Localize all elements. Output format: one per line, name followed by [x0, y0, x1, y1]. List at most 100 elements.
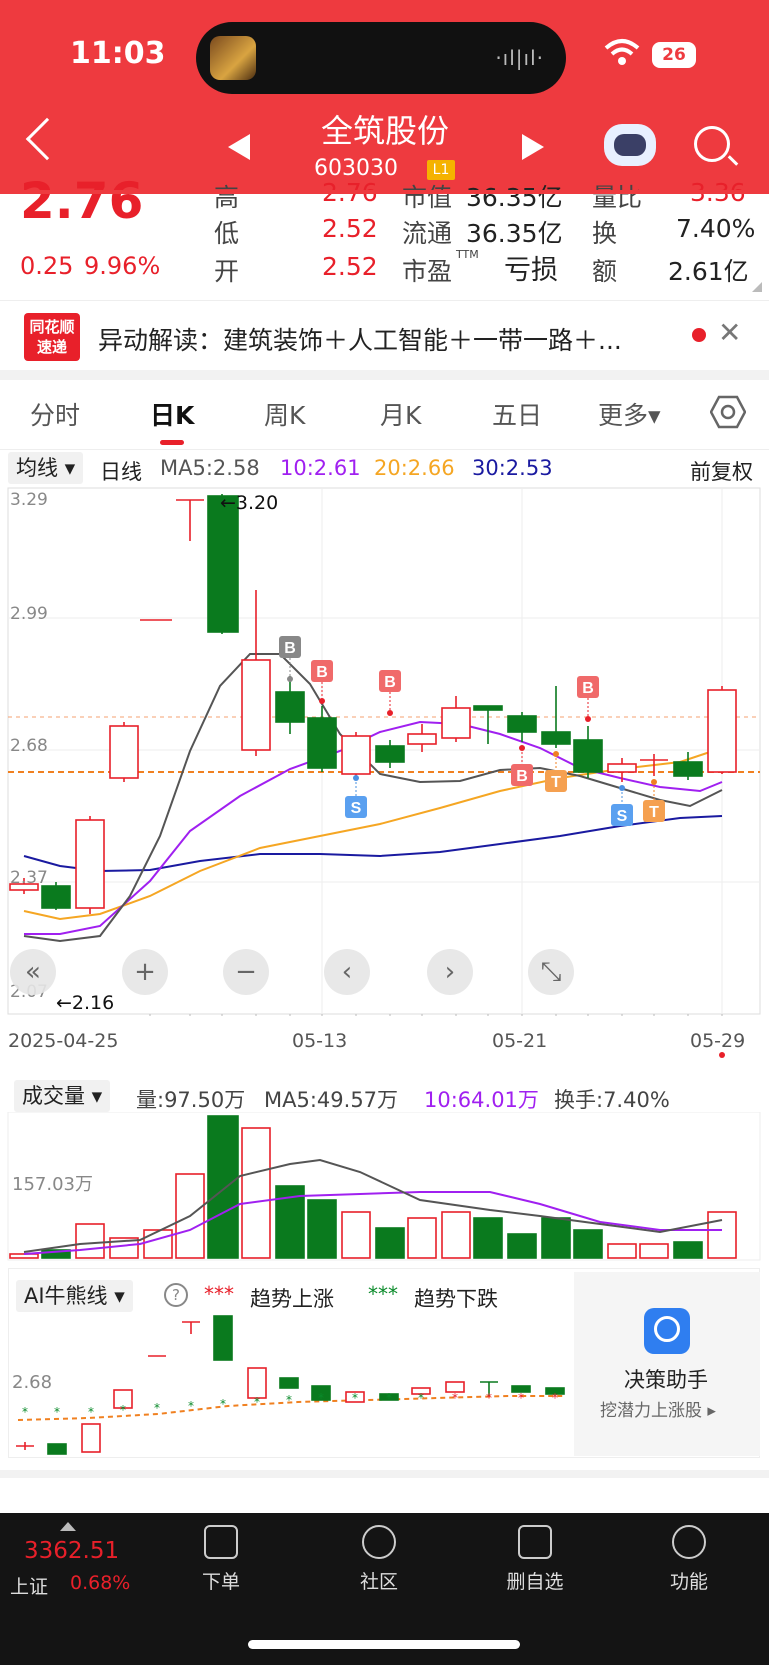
x-tick-0513: 05-13 [292, 1030, 348, 1052]
back-icon[interactable] [25, 117, 69, 161]
kline-chart[interactable]: B B S B B T B S T [0, 486, 769, 1016]
divider [0, 1470, 769, 1478]
nav-community[interactable]: 社区 [339, 1567, 419, 1594]
scroll-right-button[interactable]: › [427, 949, 473, 995]
signal-t-label: T [551, 774, 561, 791]
active-tab-indicator [160, 440, 184, 445]
index-expand-icon[interactable] [60, 1522, 76, 1531]
volume-indicator-select[interactable]: 成交量 ▾ [14, 1080, 111, 1112]
now-playing-thumbnail [210, 36, 256, 80]
close-icon[interactable]: ✕ [718, 316, 741, 349]
nav-functions[interactable]: 功能 [649, 1567, 729, 1594]
pe-label: 市盈 [402, 257, 453, 286]
period-high-marker: ←3.20 [220, 492, 279, 514]
tab-intraday[interactable]: 分时 [30, 396, 80, 432]
header-edge [0, 190, 769, 194]
tab-weekly-k[interactable]: 周K [264, 396, 305, 432]
amount-value: 2.61亿 [668, 257, 749, 286]
turnover-value: 7.40% [676, 214, 756, 243]
svg-text:*: * [286, 1393, 292, 1407]
quote-panel: 2.76 0.25 9.96% 高 2.76 低 2.52 开 2.52 市值 … [0, 172, 769, 300]
community-icon[interactable] [362, 1525, 396, 1559]
decision-assistant-card[interactable]: 决策助手 挖潜力上涨股 ▸ [574, 1272, 760, 1456]
tab-five-day[interactable]: 五日 [492, 396, 542, 432]
index-name: 上证 [10, 1576, 49, 1598]
ai-y-tick: 2.68 [12, 1372, 53, 1393]
audio-wave-icon: ·ıl|ıl· [495, 46, 544, 70]
assistant-icon [644, 1308, 690, 1354]
svg-text:*: * [254, 1395, 260, 1409]
adjust-mode[interactable]: 前复权 [690, 456, 753, 486]
x-tick-start: 2025-04-25 [8, 1030, 119, 1052]
scroll-start-button[interactable]: « [10, 949, 56, 995]
signal-b-label: B [316, 664, 328, 681]
mktcap-label: 市值 [402, 183, 453, 212]
fullscreen-button[interactable]: ⤡ [528, 949, 574, 995]
volratio-label: 量比 [592, 183, 643, 212]
volume-y-tick: 157.03万 [12, 1174, 93, 1195]
signal-t-label: T [649, 804, 659, 821]
open-label: 开 [214, 257, 240, 286]
news-bar[interactable]: 同花顺 速递 异动解读：建筑装饰＋人工智能＋一带一路＋... [0, 300, 769, 370]
svg-text:*: * [386, 1391, 392, 1405]
signal-s-label: S [617, 808, 628, 825]
turnover-label: 换 [592, 219, 618, 248]
signal-b-label: B [284, 640, 296, 657]
battery-indicator: 26 [652, 42, 696, 68]
index-pct: 0.68% [70, 1572, 131, 1594]
ai-chart[interactable]: * * * * * * * * * * * * * * * * * [8, 1310, 574, 1458]
indicator-select[interactable]: 均线 ▾ [8, 452, 84, 484]
svg-text:*: * [418, 1391, 424, 1405]
svg-text:*: * [154, 1401, 160, 1415]
settings-hex-icon[interactable] [710, 395, 746, 429]
low-label: 低 [214, 219, 240, 248]
today-dot [719, 1052, 725, 1058]
tonghuashun-logo: 同花顺 速递 [24, 313, 80, 361]
pe-ttm-tag: TTM [456, 248, 479, 261]
zoom-in-button[interactable]: + [122, 949, 168, 995]
volume-turnover: 换手:7.40% [554, 1088, 670, 1112]
index-value[interactable]: 3362.51 [24, 1538, 119, 1564]
x-tick-0521: 05-21 [492, 1030, 548, 1052]
order-icon[interactable] [204, 1525, 238, 1559]
zoom-out-button[interactable]: − [223, 949, 269, 995]
y-tick-2: 2.99 [10, 604, 48, 624]
ai-robot-icon[interactable] [604, 124, 656, 166]
stock-name: 全筑股份 [320, 112, 449, 150]
price-change-pct: 9.96% [84, 252, 161, 280]
help-icon[interactable]: ? [164, 1283, 188, 1307]
y-tick-4: 2.37 [10, 868, 48, 888]
current-price: 2.76 [20, 172, 144, 230]
tab-daily-k[interactable]: 日K [150, 396, 194, 432]
tab-monthly-k[interactable]: 月K [380, 396, 421, 432]
period-label: 日线 [100, 460, 142, 484]
search-icon[interactable] [694, 126, 730, 162]
volume-chart[interactable] [0, 1112, 769, 1262]
ai-indicator-select[interactable]: AI牛熊线 ▾ [16, 1280, 133, 1312]
ma30-value: 30:2.53 [472, 456, 553, 480]
volume-value: 量:97.50万 [136, 1088, 246, 1112]
top-bar: 11:03 ·ıl|ıl· 26 全筑股份 603030 L1 [0, 0, 769, 190]
news-headline[interactable]: 异动解读：建筑装饰＋人工智能＋一带一路＋... [98, 321, 668, 357]
expand-corner-icon[interactable] [752, 282, 762, 292]
nav-remove-watchlist[interactable]: 删自选 [495, 1567, 575, 1594]
next-stock-icon[interactable] [522, 134, 544, 160]
remove-watchlist-icon[interactable] [518, 1525, 552, 1559]
scroll-left-button[interactable]: ‹ [324, 949, 370, 995]
tab-more[interactable]: 更多▾ [598, 396, 661, 432]
svg-text:*: * [486, 1391, 492, 1405]
svg-text:*: * [552, 1391, 558, 1405]
svg-text:*: * [120, 1403, 126, 1417]
signal-s-label: S [351, 800, 362, 817]
tabs-divider [0, 449, 769, 450]
ma10-value: 10:2.61 [280, 456, 361, 480]
logo-line1: 同花顺 [29, 318, 75, 336]
svg-text:*: * [188, 1399, 194, 1413]
dynamic-island: ·ıl|ıl· [196, 22, 566, 94]
nav-order[interactable]: 下单 [181, 1567, 261, 1594]
ma5-value: MA5:2.58 [160, 456, 260, 480]
menu-icon[interactable] [672, 1525, 706, 1559]
assistant-subtitle: 挖潜力上涨股 ▸ [600, 1401, 716, 1421]
trend-up-legend: 趋势上涨 [250, 1287, 334, 1311]
status-time: 11:03 [70, 36, 166, 71]
